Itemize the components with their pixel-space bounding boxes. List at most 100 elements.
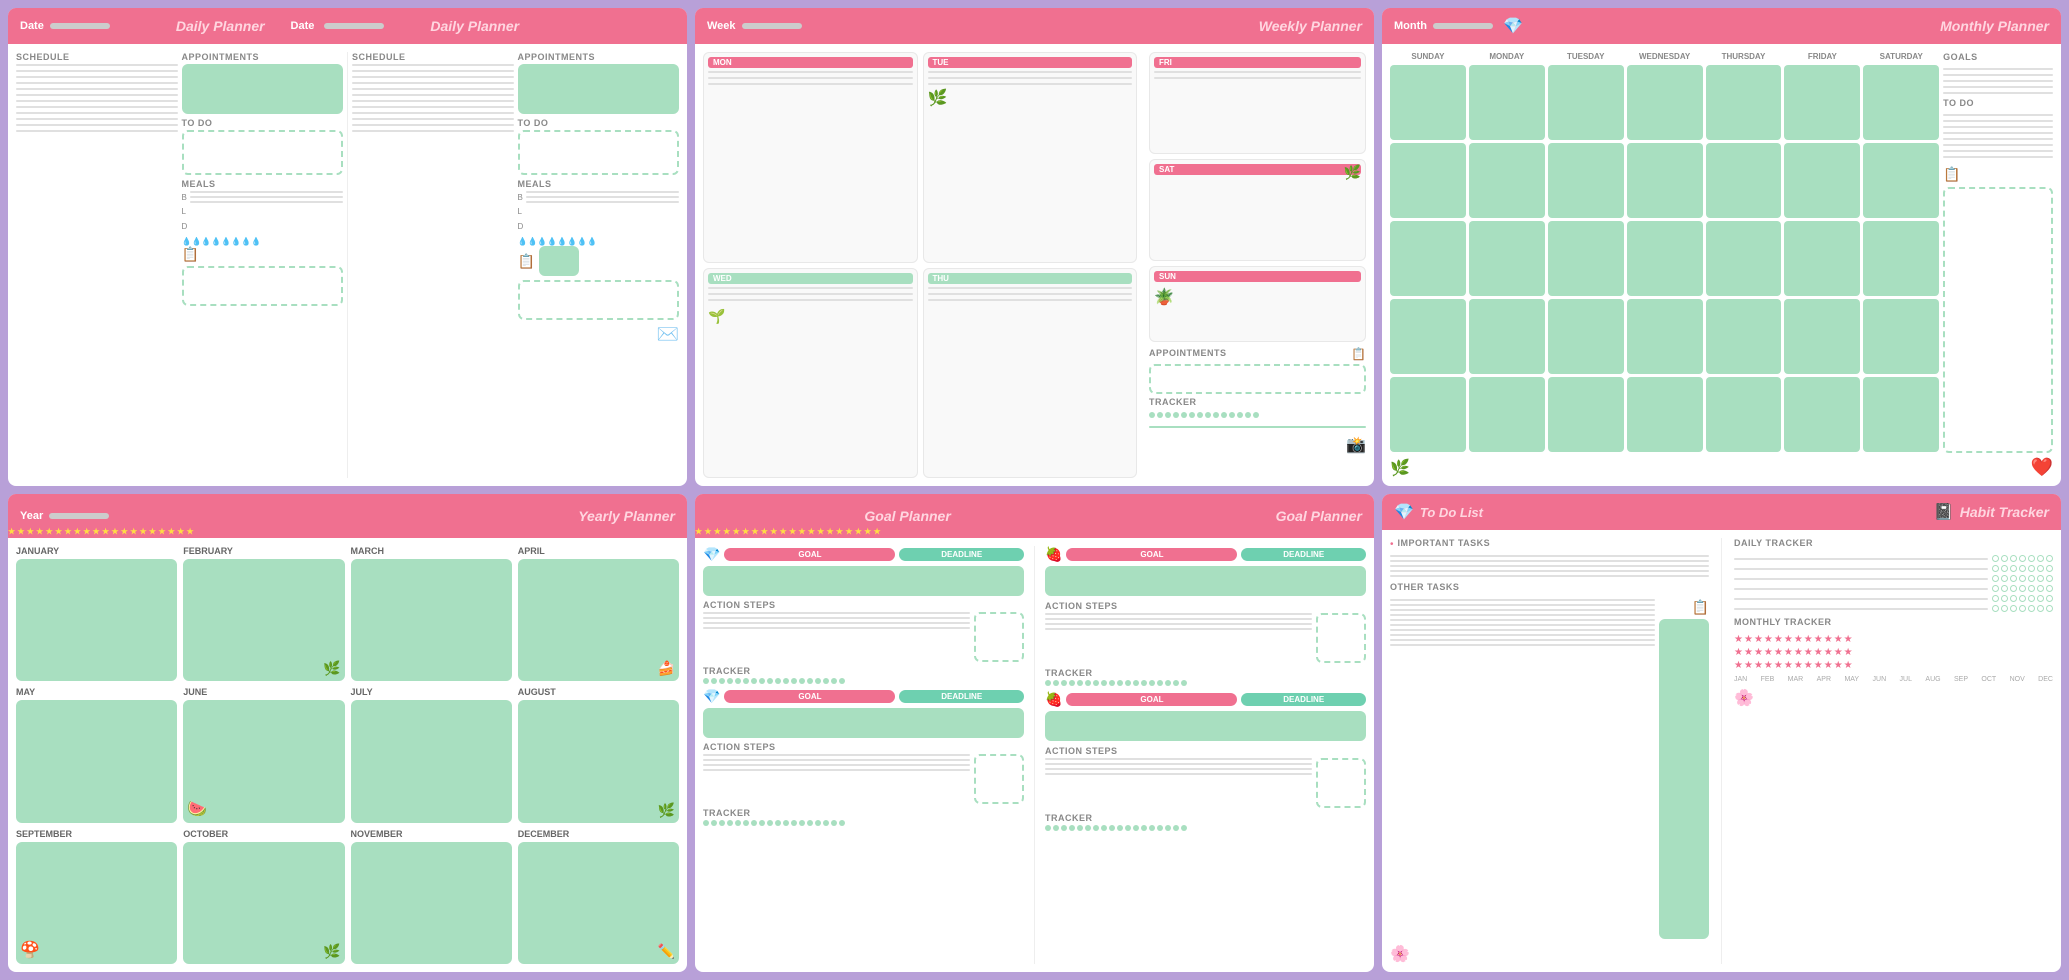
cell xyxy=(1706,377,1782,452)
week-line xyxy=(742,23,802,29)
action-label3: ACTION STEPS xyxy=(1045,601,1366,611)
diamond-icon: 💎 xyxy=(1503,16,1523,36)
habit-dots xyxy=(1992,565,2053,572)
nov-box xyxy=(351,842,512,964)
dot xyxy=(1181,412,1187,418)
star: ★ xyxy=(1804,647,1813,658)
note-icon-monthly: 📋 xyxy=(1943,166,2053,183)
dot xyxy=(1245,412,1251,418)
dot xyxy=(1125,825,1131,831)
sun-header: SUNDAY xyxy=(1390,52,1466,61)
goal2-header: 💎 GOAL DEADLINE xyxy=(703,688,1024,705)
mon-header: MONDAY xyxy=(1469,52,1545,61)
goal-divider xyxy=(1034,546,1035,964)
star: ★ xyxy=(1814,647,1823,658)
dot xyxy=(1053,680,1059,686)
goal2-box xyxy=(703,708,1024,738)
dot xyxy=(1213,412,1219,418)
goal-left: 💎 GOAL DEADLINE ACTION STEPS xyxy=(703,546,1024,964)
other-green-box xyxy=(1659,619,1709,939)
month-abbrv: MAY xyxy=(1844,676,1859,683)
leaf-deco: 🌿 xyxy=(323,660,340,677)
line xyxy=(708,299,913,301)
monthly-title: Monthly Planner xyxy=(1940,18,2049,34)
deadline-pill: DEADLINE xyxy=(899,548,1024,561)
goal-pill2: GOAL xyxy=(724,690,895,703)
bottom-section: 📋 xyxy=(182,246,344,306)
habit-line xyxy=(1734,608,1988,610)
line xyxy=(1390,604,1655,606)
appointments-col: APPOINTMENTS TO DO MEALS BLD xyxy=(182,52,344,306)
star: ★ xyxy=(1764,660,1773,671)
line xyxy=(703,754,970,756)
dot xyxy=(1205,412,1211,418)
bld-label2: BLD xyxy=(518,191,524,234)
dot xyxy=(1149,412,1155,418)
schedule-col2: SCHEDULE xyxy=(352,52,514,345)
dot xyxy=(1181,680,1187,686)
cell xyxy=(1784,65,1860,140)
habit-dots xyxy=(1992,555,2053,562)
dot xyxy=(823,820,829,826)
july-box: JULY xyxy=(351,687,512,822)
jan-label: JANUARY xyxy=(16,546,177,556)
goal1-tracker: TRACKER xyxy=(703,666,1024,684)
daily-header-left: Date Daily Planner Date Daily Planner xyxy=(20,18,519,34)
goal4-box xyxy=(1045,711,1366,741)
january-box: JANUARY xyxy=(16,546,177,681)
goal1-action: ACTION STEPS xyxy=(703,600,1024,662)
pen-icon: ✏️ xyxy=(658,943,675,960)
todo-box2 xyxy=(518,130,680,175)
friday-box: FRI xyxy=(1149,52,1366,154)
mushroom-icon: 🍄 xyxy=(20,940,40,960)
daily-header: Date Daily Planner Date Daily Planner xyxy=(8,8,687,44)
line xyxy=(1154,71,1361,73)
dec-box: ✏️ xyxy=(518,842,679,964)
date-line xyxy=(50,23,110,29)
star: ★ xyxy=(1784,660,1793,671)
dot xyxy=(1189,412,1195,418)
cell xyxy=(1548,65,1624,140)
dot xyxy=(1061,680,1067,686)
dot xyxy=(791,678,797,684)
action-label4: ACTION STEPS xyxy=(1045,746,1366,756)
dot xyxy=(2037,595,2044,602)
cell xyxy=(1627,377,1703,452)
action-lines2 xyxy=(703,754,970,804)
line xyxy=(1943,126,2053,128)
cell xyxy=(1469,143,1545,218)
dot xyxy=(1109,680,1115,686)
dot xyxy=(839,678,845,684)
dot xyxy=(727,820,733,826)
dot xyxy=(2046,585,2053,592)
habit-dots xyxy=(1992,605,2053,612)
wed-lines xyxy=(708,287,913,301)
tracker-dots xyxy=(1149,412,1366,418)
line xyxy=(1390,565,1709,567)
bld-rows: BLD xyxy=(182,191,344,234)
sun-label: SUN xyxy=(1154,271,1361,282)
action-content3 xyxy=(1045,613,1366,663)
dot xyxy=(2028,585,2035,592)
notebook-icon: 📓 xyxy=(1934,502,1954,522)
dot xyxy=(743,820,749,826)
dot xyxy=(775,820,781,826)
dot xyxy=(2019,565,2026,572)
dot xyxy=(759,678,765,684)
star: ★ xyxy=(1834,634,1843,645)
line xyxy=(16,76,178,78)
saturday-box: SAT 🌿 xyxy=(1149,159,1366,261)
aug-box: 🌿 xyxy=(518,700,679,822)
weekly-planner-card: Week Weekly Planner MON TUE xyxy=(695,8,1374,486)
dot xyxy=(735,678,741,684)
line xyxy=(703,617,970,619)
dot xyxy=(703,678,709,684)
tracker-lines xyxy=(1149,423,1366,428)
other-tasks-label: OTHER TASKS xyxy=(1390,582,1709,592)
cell xyxy=(1469,299,1545,374)
meals-section: MEALS BLD 💧💧💧💧💧💧💧💧 xyxy=(182,179,344,246)
star: ★ xyxy=(1814,634,1823,645)
todo-habit-card: 💎 To Do List 📓 Habit Tracker • IMPORTANT… xyxy=(1382,494,2061,972)
yearly-title: Yearly Planner xyxy=(578,508,675,524)
line xyxy=(928,77,1133,79)
